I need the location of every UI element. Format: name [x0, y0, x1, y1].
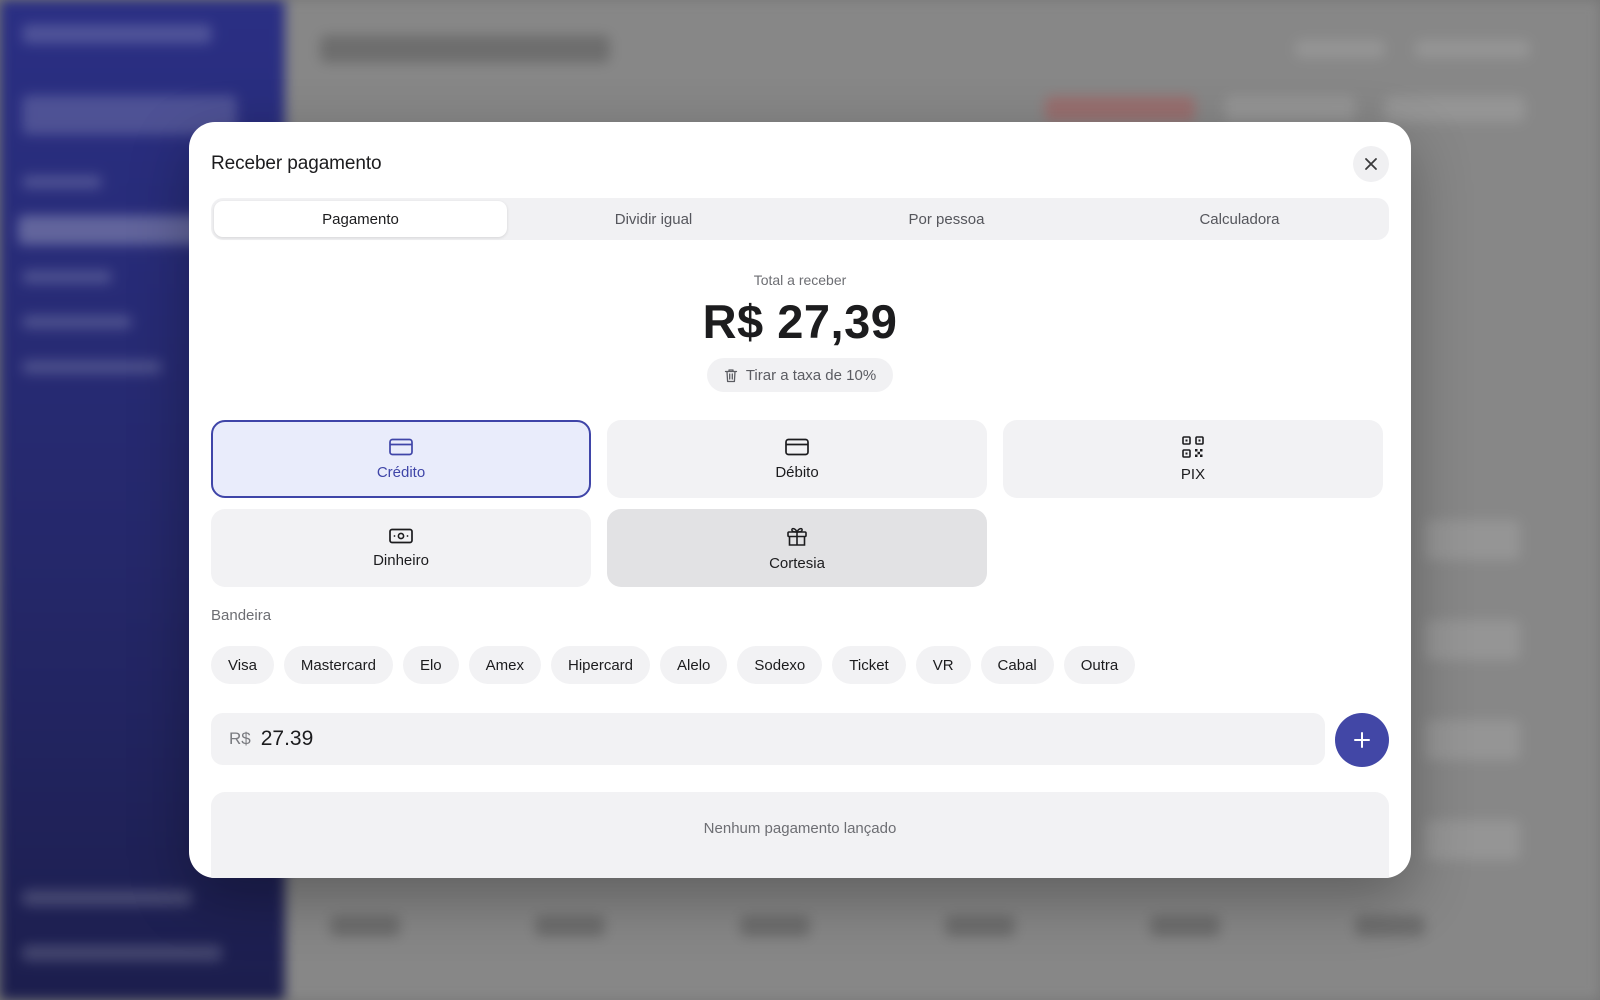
- brand-chips: Visa Mastercard Elo Amex Hipercard Alelo…: [211, 646, 1136, 684]
- tab-pagamento[interactable]: Pagamento: [214, 201, 507, 237]
- method-label: Débito: [775, 463, 819, 481]
- gift-icon: [787, 527, 807, 546]
- total-value: R$ 27,39: [702, 295, 898, 348]
- close-icon: [1365, 158, 1377, 170]
- brand-chip-visa[interactable]: Visa: [211, 646, 274, 684]
- add-payment-button[interactable]: [1335, 713, 1389, 767]
- payments-list: Nenhum pagamento lançado: [211, 792, 1389, 878]
- plus-icon: [1354, 732, 1370, 748]
- brand-chip-elo[interactable]: Elo: [402, 646, 459, 684]
- qr-code-icon: [1182, 435, 1204, 458]
- brand-chip-ticket[interactable]: Ticket: [832, 646, 906, 684]
- credit-card-icon: [389, 438, 413, 455]
- method-dinheiro[interactable]: Dinheiro: [211, 509, 591, 587]
- remove-fee-label: Tirar a taxa de 10%: [745, 366, 877, 384]
- currency-prefix: R$: [229, 729, 251, 748]
- payments-empty-text: Nenhum pagamento lançado: [703, 820, 897, 837]
- amount-input[interactable]: [260, 727, 1161, 751]
- remove-fee-button[interactable]: Tirar a taxa de 10%: [707, 358, 893, 392]
- brand-chip-sodexo[interactable]: Sodexo: [737, 646, 823, 684]
- method-cortesia[interactable]: Cortesia: [607, 509, 987, 587]
- brand-chip-outra[interactable]: Outra: [1063, 646, 1136, 684]
- close-button[interactable]: [1353, 146, 1389, 182]
- tab-calculadora[interactable]: Calculadora: [1093, 201, 1386, 237]
- method-label: Crédito: [376, 463, 426, 481]
- brand-chip-cabal[interactable]: Cabal: [980, 646, 1054, 684]
- brand-chip-vr[interactable]: VR: [915, 646, 971, 684]
- method-credito[interactable]: Crédito: [211, 420, 591, 498]
- brand-chip-mastercard[interactable]: Mastercard: [283, 646, 393, 684]
- payment-modal: Receber pagamento Pagamento Dividir igua…: [189, 122, 1411, 878]
- brand-chip-amex[interactable]: Amex: [468, 646, 541, 684]
- trash-icon: [724, 368, 737, 382]
- modal-title: Receber pagamento: [211, 153, 382, 174]
- brand-chip-alelo[interactable]: Alelo: [660, 646, 728, 684]
- total-label: Total a receber: [753, 272, 847, 288]
- tab-dividir-igual[interactable]: Dividir igual: [507, 201, 800, 237]
- method-label: Cortesia: [769, 554, 825, 572]
- tab-por-pessoa[interactable]: Por pessoa: [800, 201, 1093, 237]
- method-debito[interactable]: Débito: [607, 420, 987, 498]
- amount-field[interactable]: R$: [211, 713, 1325, 765]
- payment-tabs: Pagamento Dividir igual Por pessoa Calcu…: [211, 198, 1389, 240]
- brand-chip-hipercard[interactable]: Hipercard: [550, 646, 651, 684]
- method-label: PIX: [1180, 465, 1206, 483]
- cash-icon: [389, 528, 413, 543]
- method-pix[interactable]: PIX: [1003, 420, 1383, 498]
- brand-label: Bandeira: [211, 607, 272, 624]
- debit-card-icon: [785, 438, 809, 455]
- method-label: Dinheiro: [373, 551, 429, 569]
- modal-header: Receber pagamento: [211, 144, 1389, 184]
